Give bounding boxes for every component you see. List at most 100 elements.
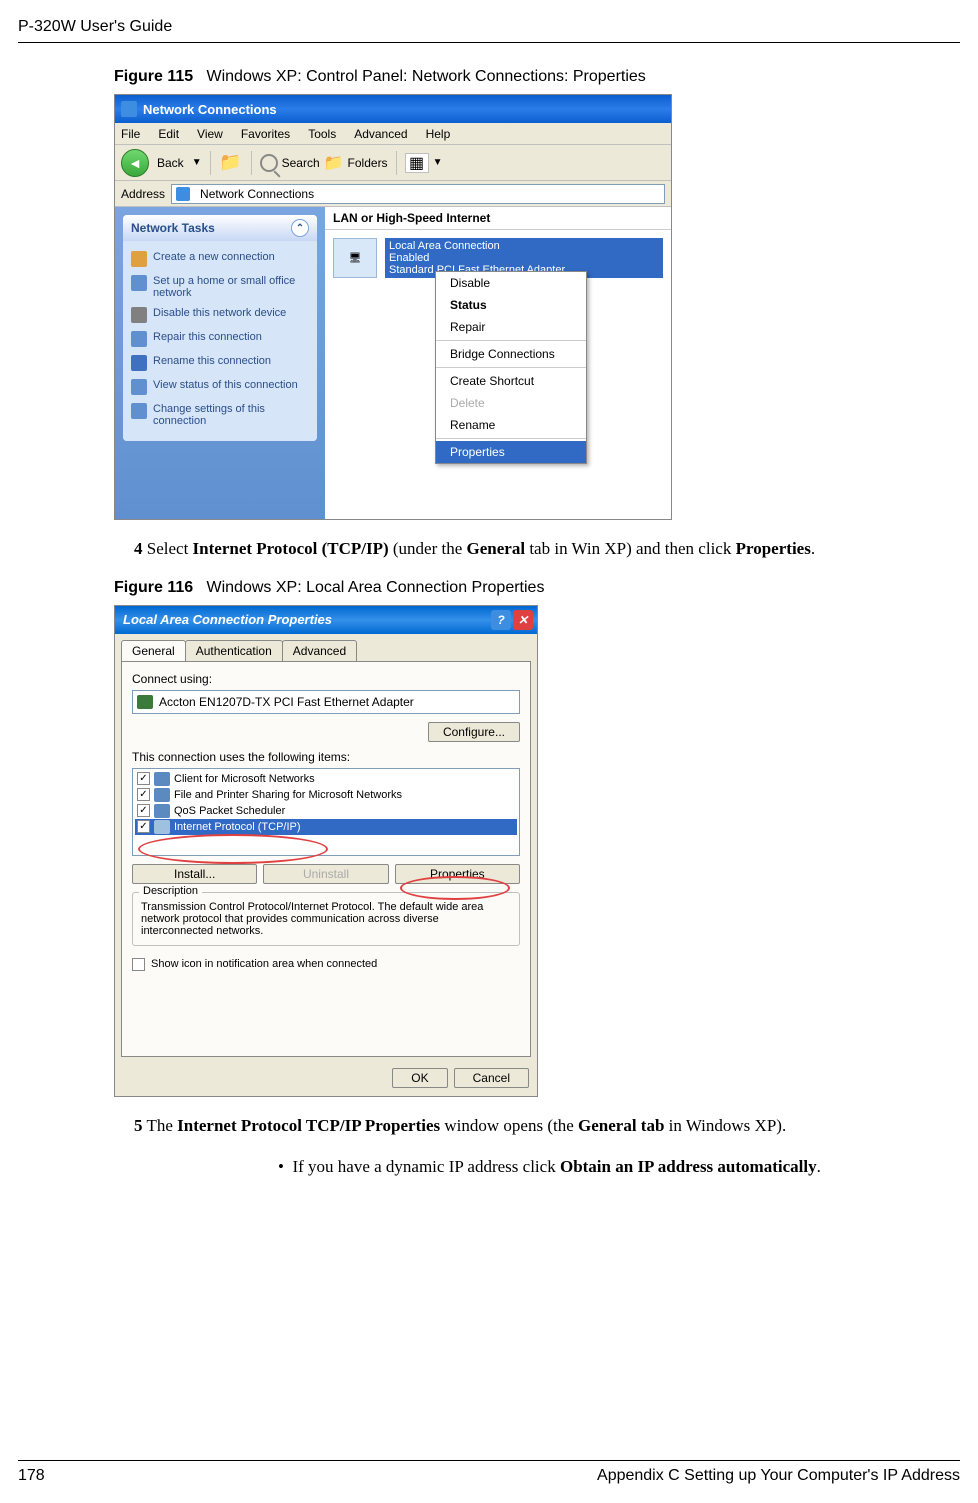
properties-button[interactable]: Properties — [395, 864, 520, 884]
back-dropdown-icon[interactable]: ▼ — [192, 157, 202, 168]
bullet-b1: Obtain an IP address automatically — [560, 1157, 817, 1176]
task-view-status[interactable]: View status of this connection — [131, 375, 309, 399]
checkbox-icon[interactable]: ✓ — [137, 788, 150, 801]
footer-title: Appendix C Setting up Your Computer's IP… — [597, 1467, 960, 1485]
ctx-properties[interactable]: Properties — [436, 441, 586, 463]
ctx-delete: Delete — [436, 392, 586, 414]
item-file-printer[interactable]: ✓ File and Printer Sharing for Microsoft… — [135, 787, 517, 803]
step5-t1: The — [146, 1116, 177, 1135]
step5-paragraph: 5 The Internet Protocol TCP/IP Propertie… — [134, 1115, 898, 1138]
ctx-divider — [436, 340, 586, 341]
task-label: Set up a home or small office network — [153, 275, 309, 299]
menu-file[interactable]: File — [121, 127, 140, 141]
figure115-title: Windows XP: Control Panel: Network Conne… — [207, 68, 646, 85]
window-titlebar: Network Connections — [115, 95, 671, 123]
show-icon-checkbox[interactable] — [132, 958, 145, 971]
task-rename[interactable]: Rename this connection — [131, 351, 309, 375]
ctx-repair[interactable]: Repair — [436, 316, 586, 338]
cancel-button[interactable]: Cancel — [454, 1068, 529, 1088]
task-repair[interactable]: Repair this connection — [131, 327, 309, 351]
task-setup-network[interactable]: Set up a home or small office network — [131, 271, 309, 303]
tab-advanced[interactable]: Advanced — [282, 640, 357, 661]
search-label: Search — [282, 156, 320, 170]
menu-favorites[interactable]: Favorites — [241, 127, 290, 141]
figure116-label: Figure 116 — [114, 579, 193, 596]
ctx-rename[interactable]: Rename — [436, 414, 586, 436]
item-button-row: Install... Uninstall Properties — [132, 864, 520, 884]
checkbox-icon[interactable]: ✓ — [137, 772, 150, 785]
menu-view[interactable]: View — [197, 127, 223, 141]
collapse-icon[interactable]: ⌃ — [291, 219, 309, 237]
tasks-sidebar: Network Tasks ⌃ Create a new connection … — [115, 207, 325, 519]
toolbar-divider — [251, 151, 252, 175]
back-label[interactable]: Back — [157, 156, 184, 170]
item-label: QoS Packet Scheduler — [174, 805, 285, 817]
service-icon — [154, 804, 170, 818]
menu-tools[interactable]: Tools — [308, 127, 336, 141]
task-create-connection[interactable]: Create a new connection — [131, 247, 309, 271]
folders-button[interactable]: 📁 Folders — [324, 153, 388, 173]
dialog-title: Local Area Connection Properties — [123, 612, 332, 627]
nic-icon — [137, 695, 153, 709]
views-icon[interactable]: ▦ — [405, 153, 429, 173]
install-button[interactable]: Install... — [132, 864, 257, 884]
window-title: Network Connections — [143, 102, 277, 117]
service-icon — [154, 788, 170, 802]
step4-b3: Properties — [736, 539, 811, 558]
checkbox-icon[interactable]: ✓ — [137, 804, 150, 817]
step5-b2: General tab — [578, 1116, 664, 1135]
up-folder-icon[interactable]: 📁 — [219, 151, 243, 175]
menu-help[interactable]: Help — [426, 127, 451, 141]
checkbox-icon[interactable]: ✓ — [137, 820, 150, 833]
header-rule — [18, 42, 960, 43]
task-disable-device[interactable]: Disable this network device — [131, 303, 309, 327]
dialog-footer: OK Cancel — [392, 1068, 529, 1088]
tab-general[interactable]: General — [121, 640, 186, 661]
tab-authentication[interactable]: Authentication — [185, 640, 283, 661]
bullet-paragraph: • If you have a dynamic IP address click… — [278, 1156, 838, 1179]
bullet-t2: . — [817, 1157, 821, 1176]
item-client[interactable]: ✓ Client for Microsoft Networks — [135, 771, 517, 787]
menu-advanced[interactable]: Advanced — [354, 127, 407, 141]
item-tcpip[interactable]: ✓ Internet Protocol (TCP/IP) — [135, 819, 517, 835]
step5-t2: window opens (the — [440, 1116, 578, 1135]
configure-button[interactable]: Configure... — [428, 722, 520, 742]
step5-t3: in Windows XP). — [664, 1116, 786, 1135]
item-label: Internet Protocol (TCP/IP) — [174, 821, 301, 833]
description-legend: Description — [139, 885, 202, 897]
task-change-settings[interactable]: Change settings of this connection — [131, 399, 309, 431]
task-label: View status of this connection — [153, 379, 298, 391]
task-label: Repair this connection — [153, 331, 262, 343]
general-tab-panel: Connect using: Accton EN1207D-TX PCI Fas… — [121, 661, 531, 1057]
menu-edit[interactable]: Edit — [158, 127, 179, 141]
step4-paragraph: 4 Select Internet Protocol (TCP/IP) (und… — [134, 538, 898, 561]
views-dropdown-icon[interactable]: ▼ — [433, 157, 443, 168]
ctx-bridge[interactable]: Bridge Connections — [436, 343, 586, 365]
folders-label: Folders — [348, 156, 388, 170]
help-icon[interactable]: ? — [491, 610, 511, 630]
repair-icon — [131, 331, 147, 347]
back-icon[interactable]: ◄ — [121, 149, 149, 177]
items-listbox[interactable]: ✓ Client for Microsoft Networks ✓ File a… — [132, 768, 520, 856]
task-label: Change settings of this connection — [153, 403, 309, 427]
figure115-caption: Figure 115 Windows XP: Control Panel: Ne… — [114, 68, 898, 86]
address-input[interactable]: Network Connections — [171, 184, 665, 204]
network-connections-icon — [121, 101, 137, 117]
close-icon[interactable]: ✕ — [513, 610, 533, 630]
figure115-screenshot: Network Connections File Edit View Favor… — [114, 94, 672, 520]
tasks-header[interactable]: Network Tasks ⌃ — [123, 215, 317, 241]
home-network-icon — [131, 275, 147, 291]
item-qos[interactable]: ✓ QoS Packet Scheduler — [135, 803, 517, 819]
task-label: Create a new connection — [153, 251, 275, 263]
ctx-disable[interactable]: Disable — [436, 272, 586, 294]
ok-button[interactable]: OK — [392, 1068, 447, 1088]
ctx-status[interactable]: Status — [436, 294, 586, 316]
titlebar-buttons: ? ✕ — [491, 610, 533, 630]
show-icon-label: Show icon in notification area when conn… — [151, 958, 377, 970]
ctx-divider — [436, 367, 586, 368]
search-button[interactable]: Search — [260, 154, 320, 172]
status-icon — [131, 379, 147, 395]
bullet-t1: If you have a dynamic IP address click — [292, 1157, 560, 1176]
description-text: Transmission Control Protocol/Internet P… — [141, 901, 483, 937]
ctx-shortcut[interactable]: Create Shortcut — [436, 370, 586, 392]
